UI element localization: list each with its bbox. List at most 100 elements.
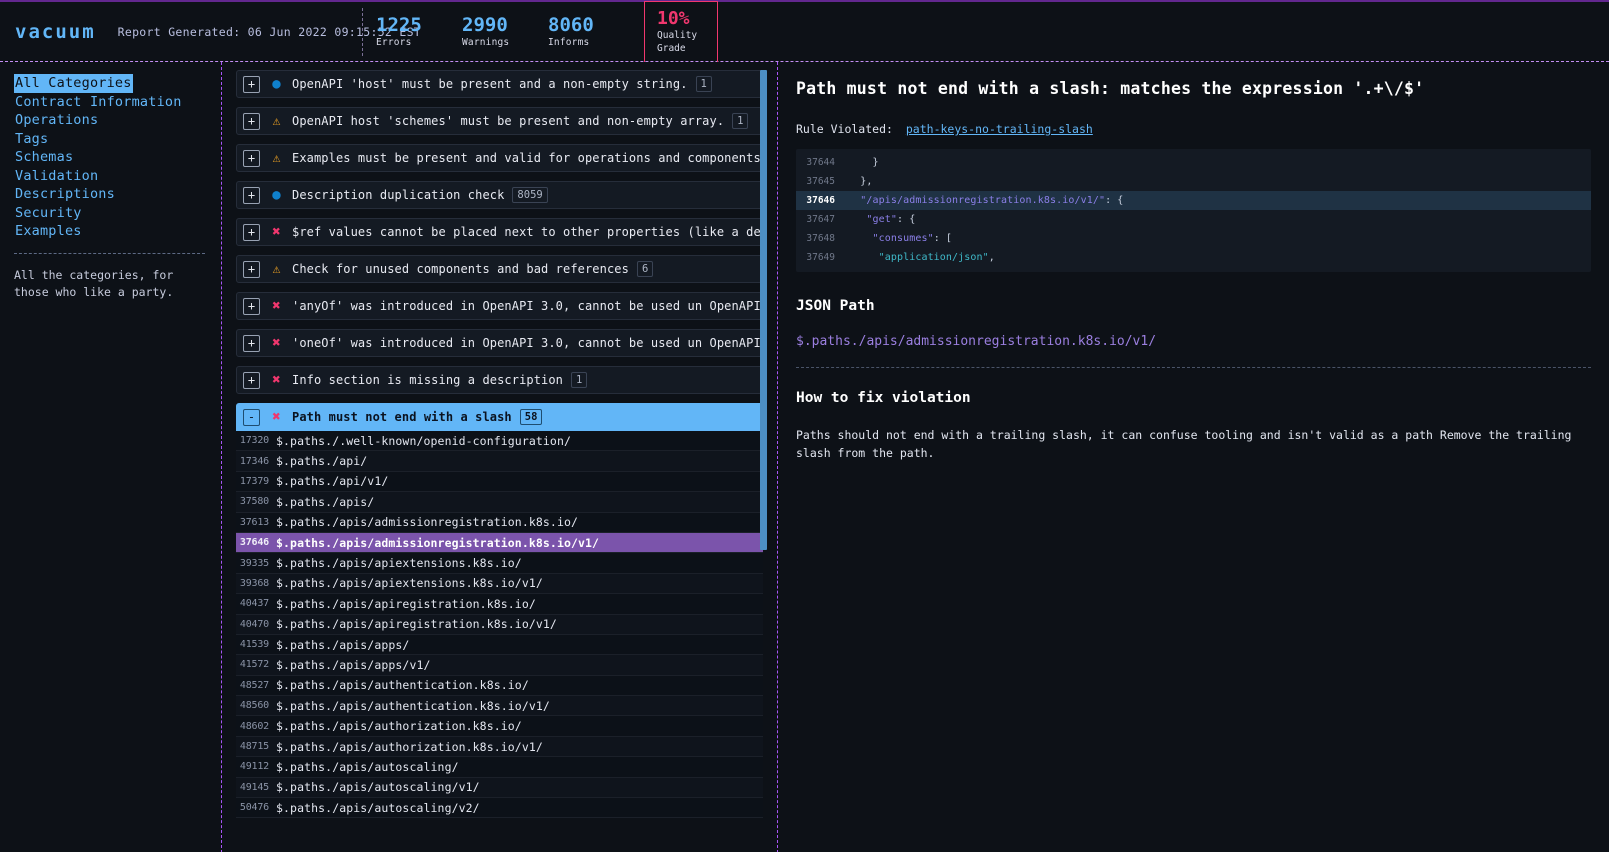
expand-icon[interactable]: + xyxy=(243,334,260,352)
expand-icon[interactable]: + xyxy=(243,260,260,278)
circle-icon: ● xyxy=(272,75,281,92)
code-line: 37647 "get": { xyxy=(796,210,1591,229)
result-line-number: 39368 xyxy=(239,577,269,589)
result-json-path: $.paths./apis/apiextensions.k8s.io/ xyxy=(276,556,522,571)
result-line-number: 41572 xyxy=(239,659,269,671)
result-line-number: 17379 xyxy=(239,475,269,487)
rule-row[interactable]: + ⚠ Check for unused components and bad re… xyxy=(236,255,763,283)
rules-panel: + ● OpenAPI 'host' must be present and a n… xyxy=(222,62,778,852)
rule-row[interactable]: + ✖ 'oneOf' was introduced in OpenAPI 3.0,… xyxy=(236,329,763,357)
cross-icon: ✖ xyxy=(272,334,281,351)
result-line-number: 41539 xyxy=(239,639,269,651)
result-json-path: $.paths./.well-known/openid-configuratio… xyxy=(276,433,571,448)
expand-icon[interactable]: + xyxy=(243,75,260,93)
rule-violated-link[interactable]: path-keys-no-trailing-slash xyxy=(906,122,1093,136)
result-row[interactable]: 17346 $.paths./api/ xyxy=(236,451,763,472)
result-row[interactable]: 37580 $.paths./apis/ xyxy=(236,492,763,513)
warning-icon: ⚠ xyxy=(272,150,281,166)
sidebar-row: All Categories xyxy=(14,72,221,93)
expand-icon[interactable]: + xyxy=(243,297,260,315)
result-row[interactable]: 37613 $.paths./apis/admissionregistration… xyxy=(236,512,763,533)
result-row[interactable]: 48560 $.paths./apis/authentication.k8s.io… xyxy=(236,696,763,717)
rule-row[interactable]: + ⚠ Examples must be present and valid for… xyxy=(236,144,763,172)
rule-count-badge: 8059 xyxy=(512,187,548,203)
result-line-number: 39335 xyxy=(239,557,269,569)
result-row[interactable]: 40437 $.paths./apis/apiregistration.k8s.i… xyxy=(236,594,763,615)
result-row[interactable]: 39335 $.paths./apis/apiextensions.k8s.io/ xyxy=(236,553,763,574)
sidebar-item-operations[interactable]: Operations xyxy=(14,111,99,130)
circle-icon: ● xyxy=(272,186,281,203)
sidebar-item-all-categories[interactable]: All Categories xyxy=(14,74,133,93)
category-description: All the categories, for those who like a… xyxy=(14,267,174,299)
expand-icon[interactable]: + xyxy=(243,223,260,241)
stat-warnings-value: 2990 xyxy=(462,14,508,36)
result-row[interactable]: 48602 $.paths./apis/authorization.k8s.io/ xyxy=(236,716,763,737)
category-sidebar: All Categories Contract Information Operat… xyxy=(0,62,222,852)
result-line-number: 40470 xyxy=(239,618,269,630)
rule-row[interactable]: + ✖ $ref values cannot be placed next to o… xyxy=(236,218,763,246)
result-row[interactable]: 48527 $.paths./apis/authentication.k8s.io… xyxy=(236,675,763,697)
sidebar-row: Descriptions xyxy=(14,183,221,202)
rule-label: OpenAPI host 'schemes' must be present a… xyxy=(292,114,725,128)
sidebar-row: Contract Information xyxy=(14,91,221,110)
rule-row[interactable]: + ⚠ OpenAPI host 'schemes' must be present… xyxy=(236,107,763,135)
result-row[interactable]: 17379 $.paths./api/v1/ xyxy=(236,471,763,493)
stat-informs-value: 8060 xyxy=(548,14,594,36)
result-row[interactable]: 17320 $.paths./.well-known/openid-configu… xyxy=(236,431,763,452)
expand-icon[interactable]: + xyxy=(243,371,260,389)
result-row[interactable]: 39368 $.paths./apis/apiextensions.k8s.io/… xyxy=(236,573,763,595)
result-json-path: $.paths./apis/authentication.k8s.io/v1/ xyxy=(276,698,550,713)
rule-row[interactable]: + ✖ 'anyOf' was introduced in OpenAPI 3.0,… xyxy=(236,292,763,320)
result-line-number: 40437 xyxy=(239,598,269,610)
sidebar-item-descriptions[interactable]: Descriptions xyxy=(14,185,116,204)
rules-list: + ● OpenAPI 'host' must be present and a n… xyxy=(222,62,777,819)
result-json-path: $.paths./apis/authorization.k8s.io/ xyxy=(276,719,522,734)
result-row[interactable]: 41572 $.paths./apis/apps/v1/ xyxy=(236,655,763,676)
stat-errors-label: Errors xyxy=(376,37,412,48)
result-line-number: 17346 xyxy=(239,455,269,467)
collapse-icon[interactable]: - xyxy=(243,408,260,426)
result-row[interactable]: 41539 $.paths./apis/apps/ xyxy=(236,634,763,656)
stat-informs-label: Informs xyxy=(548,37,590,48)
rule-violated-label: Rule Violated: xyxy=(796,122,893,136)
rule-row[interactable]: + ✖ Info section is missing a description 1 xyxy=(236,366,763,394)
rule-row[interactable]: + ● Description duplication check 8059 xyxy=(236,181,763,209)
sidebar-item-schemas[interactable]: Schemas xyxy=(14,148,74,167)
result-row[interactable]: 40470 $.paths./apis/apiregistration.k8s.i… xyxy=(236,614,763,635)
stat-informs: 8060 Informs xyxy=(544,14,630,50)
rule-results-list: 17320 $.paths./.well-known/openid-configu… xyxy=(236,431,763,819)
app-logo: vacuum xyxy=(15,20,96,43)
result-json-path: $.paths./api/v1/ xyxy=(276,474,389,489)
result-json-path: $.paths./apis/admissionregistration.k8s.… xyxy=(276,515,579,530)
rule-label: Description duplication check xyxy=(292,188,505,202)
rule-label: 'oneOf' was introduced in OpenAPI 3.0, c… xyxy=(292,336,762,350)
result-json-path: $.paths./apis/authorization.k8s.io/v1/ xyxy=(276,739,543,754)
result-row[interactable]: 49145 $.paths./apis/autoscaling/v1/ xyxy=(236,777,763,799)
rule-row[interactable]: - ✖ Path must not end with a slash 58 xyxy=(236,403,763,431)
result-json-path: $.paths./apis/admissionregistration.k8s.… xyxy=(276,535,600,550)
result-line-number: 48715 xyxy=(239,741,269,753)
rule-row[interactable]: + ● OpenAPI 'host' must be present and a n… xyxy=(236,70,763,98)
result-line-number: 17320 xyxy=(239,435,269,447)
main-layout: All Categories Contract Information Operat… xyxy=(0,62,1609,852)
expand-icon[interactable]: + xyxy=(243,186,260,204)
result-row[interactable]: 48715 $.paths./apis/authorization.k8s.io/… xyxy=(236,736,763,758)
how-to-fix-heading: How to fix violation xyxy=(796,390,971,406)
expand-icon[interactable]: + xyxy=(243,112,260,130)
expand-icon[interactable]: + xyxy=(243,149,260,167)
result-row[interactable]: 50476 $.paths./apis/autoscaling/v2/ xyxy=(236,798,763,819)
result-json-path: $.paths./apis/autoscaling/v2/ xyxy=(276,800,480,815)
result-row[interactable]: 49112 $.paths./apis/autoscaling/ xyxy=(236,757,763,778)
stat-warnings-label: Warnings xyxy=(462,37,510,48)
code-line-text: }, xyxy=(848,176,873,187)
code-line-number: 37646 xyxy=(806,195,835,206)
sidebar-item-examples[interactable]: Examples xyxy=(14,222,83,241)
code-line-number: 37645 xyxy=(806,176,835,187)
rule-label: OpenAPI 'host' must be present and a non… xyxy=(292,77,688,91)
code-line-text: "get": { xyxy=(848,214,916,225)
code-line-text: } xyxy=(848,157,879,168)
rules-panel-scrollbar[interactable] xyxy=(760,70,767,550)
warning-icon: ⚠ xyxy=(272,261,281,277)
result-row[interactable]: 37646 $.paths./apis/admissionregistration… xyxy=(236,532,763,554)
result-json-path: $.paths./apis/autoscaling/v1/ xyxy=(276,780,480,795)
